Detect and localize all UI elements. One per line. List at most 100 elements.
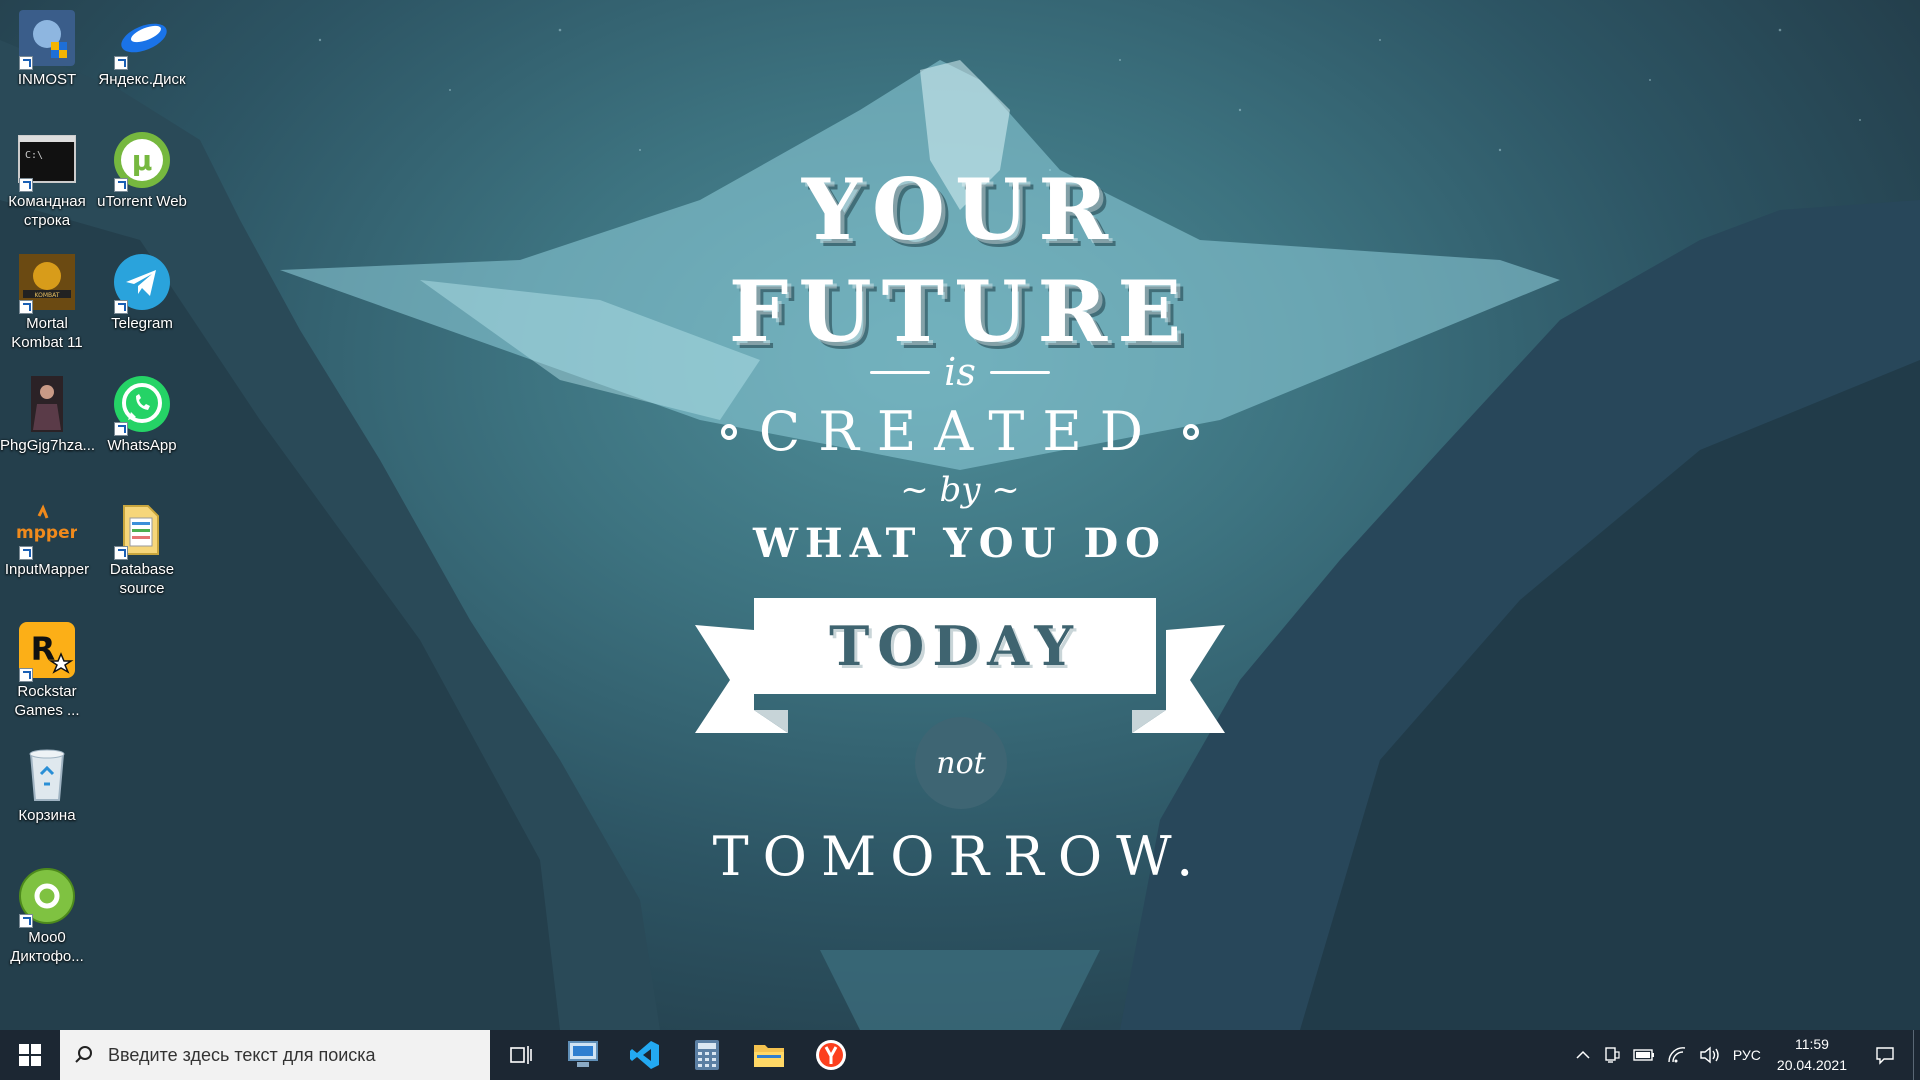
taskbar-app-remote-desktop[interactable]	[552, 1030, 614, 1080]
desktop-icon-inputmapper[interactable]: mpper InputMapper	[0, 498, 94, 579]
desktop-icon-rockstar[interactable]: R Rockstar Games ...	[0, 620, 94, 720]
quote-word-is: is	[944, 350, 976, 394]
utorrent-icon: µ	[112, 130, 172, 192]
desktop-icon-whatsapp[interactable]: WhatsApp	[95, 374, 189, 455]
quote-word-created: CREATED	[758, 400, 1162, 463]
desktop-icon-mortal-kombat[interactable]: KOMBAT Mortal Kombat 11	[0, 252, 94, 352]
shortcut-arrow-icon	[19, 56, 33, 70]
telegram-icon	[112, 252, 172, 314]
desktop-icon-label: Яндекс.Диск	[98, 71, 186, 88]
taskbar: Введите здесь текст для поиска РУС 11:59…	[0, 1030, 1920, 1080]
quote-created-row: CREATED	[0, 400, 1920, 463]
desktop-icon-label: Moo0 Диктофо...	[10, 929, 84, 965]
quote-word-tomorrow: TOMORROW.	[712, 825, 1208, 888]
desktop-icon-label: PhgGjg7hza...	[0, 437, 96, 454]
shortcut-arrow-icon	[114, 56, 128, 70]
shortcut-arrow-icon	[114, 422, 128, 436]
language-indicator[interactable]: РУС	[1727, 1030, 1767, 1080]
network-button[interactable]	[1661, 1030, 1693, 1080]
desktop-icon-label: INMOST	[17, 71, 77, 88]
task-view-button[interactable]	[490, 1030, 552, 1080]
quote-line-your: YOUR	[801, 160, 1119, 259]
vscode-icon	[630, 1041, 659, 1069]
whatsapp-icon	[112, 374, 172, 436]
today-ribbon: TODAY	[754, 598, 1156, 694]
wifi-icon	[1668, 1047, 1685, 1063]
desktop[interactable]: YOUR FUTURE is CREATED ~ by ~ WHAT YOU D…	[0, 0, 1920, 1030]
desktop-icon-label: WhatsApp	[107, 437, 177, 454]
desktop-icon-utorrent[interactable]: µ uTorrent Web	[95, 130, 189, 211]
quote-is-row: is	[0, 350, 1920, 394]
shortcut-arrow-icon	[19, 546, 33, 560]
svg-text:C:\: C:\	[25, 150, 43, 161]
task-view-icon	[510, 1046, 532, 1064]
svg-text:µ: µ	[132, 144, 153, 177]
taskbar-search-box[interactable]: Введите здесь текст для поиска	[60, 1030, 490, 1080]
divider-line	[989, 370, 1050, 374]
desktop-icon-label: Корзина	[18, 807, 76, 824]
clock-time: 11:59	[1794, 1036, 1829, 1052]
chevron-up-icon	[1576, 1050, 1590, 1059]
remote-desktop-icon	[568, 1041, 598, 1067]
desktop-icon-database-source[interactable]: Database source	[95, 498, 189, 598]
taskbar-app-calculator[interactable]	[676, 1030, 738, 1080]
shortcut-arrow-icon	[19, 914, 33, 928]
taskbar-app-file-explorer[interactable]	[738, 1030, 800, 1080]
decorative-dot	[1183, 423, 1200, 440]
command-prompt-icon: C:\	[17, 130, 77, 192]
shortcut-arrow-icon	[114, 300, 128, 314]
windows-logo-icon	[19, 1044, 41, 1066]
svg-text:KOMBAT: KOMBAT	[35, 292, 60, 299]
rockstar-icon: R	[17, 620, 77, 682]
quote-word-not: not	[936, 745, 986, 781]
desktop-icon-telegram[interactable]: Telegram	[95, 252, 189, 333]
taskbar-app-vscode[interactable]	[614, 1030, 676, 1080]
shortcut-arrow-icon	[114, 546, 128, 560]
desktop-icon-label: Командная строка	[8, 193, 86, 229]
not-badge: not	[915, 717, 1007, 809]
search-icon	[75, 1046, 92, 1063]
quote-line-future: FUTURE	[728, 262, 1192, 361]
divider-line	[870, 370, 931, 374]
quote-what-you-do: WHAT YOU DO	[753, 520, 1167, 567]
desktop-icon-label: Database source	[109, 561, 175, 597]
volume-button[interactable]	[1693, 1030, 1727, 1080]
file-explorer-icon	[754, 1045, 784, 1067]
desktop-icon-label: InputMapper	[4, 561, 90, 578]
moo0-recorder-icon	[17, 866, 77, 928]
inmost-game-icon	[17, 8, 77, 70]
calculator-icon	[695, 1040, 719, 1070]
mortal-kombat-icon: KOMBAT	[17, 252, 77, 314]
start-button[interactable]	[0, 1030, 60, 1080]
quote-word-today: TODAY	[829, 614, 1081, 678]
database-folder-icon	[112, 498, 172, 560]
battery-icon	[1633, 1049, 1654, 1061]
desktop-icon-recycle-bin[interactable]: Корзина	[0, 744, 94, 825]
search-placeholder: Введите здесь текст для поиска	[108, 1044, 376, 1065]
desktop-icon-label: Rockstar Games ...	[14, 683, 80, 719]
desktop-icon-inmost[interactable]: INMOST	[0, 8, 94, 89]
shortcut-arrow-icon	[19, 178, 33, 192]
device-icon	[1605, 1047, 1620, 1063]
desktop-icon-image-file[interactable]: PhgGjg7hza...	[0, 374, 96, 455]
action-center-button[interactable]	[1857, 1030, 1913, 1080]
desktop-icon-moo0[interactable]: Moo0 Диктофо...	[0, 866, 94, 966]
quote-word-by: ~ by ~	[900, 470, 1020, 510]
system-tray: РУС 11:59 20.04.2021	[1569, 1030, 1920, 1080]
desktop-icon-yandex-disk[interactable]: Яндекс.Диск	[95, 8, 189, 89]
show-desktop-button[interactable]	[1913, 1030, 1920, 1080]
desktop-icon-label: uTorrent Web	[97, 193, 187, 210]
shortcut-arrow-icon	[19, 668, 33, 682]
clock[interactable]: 11:59 20.04.2021	[1767, 1030, 1857, 1080]
tray-device-button[interactable]	[1597, 1030, 1627, 1080]
decorative-dot	[720, 423, 737, 440]
desktop-icon-command-prompt[interactable]: C:\ Командная строка	[0, 130, 94, 230]
clock-date: 20.04.2021	[1776, 1057, 1847, 1073]
taskbar-app-yandex-browser[interactable]	[800, 1030, 862, 1080]
image-file-icon	[17, 374, 77, 434]
show-hidden-icons-button[interactable]	[1569, 1030, 1597, 1080]
yandex-browser-icon	[816, 1040, 846, 1070]
shortcut-arrow-icon	[114, 178, 128, 192]
battery-button[interactable]	[1627, 1030, 1661, 1080]
shortcut-arrow-icon	[19, 300, 33, 314]
